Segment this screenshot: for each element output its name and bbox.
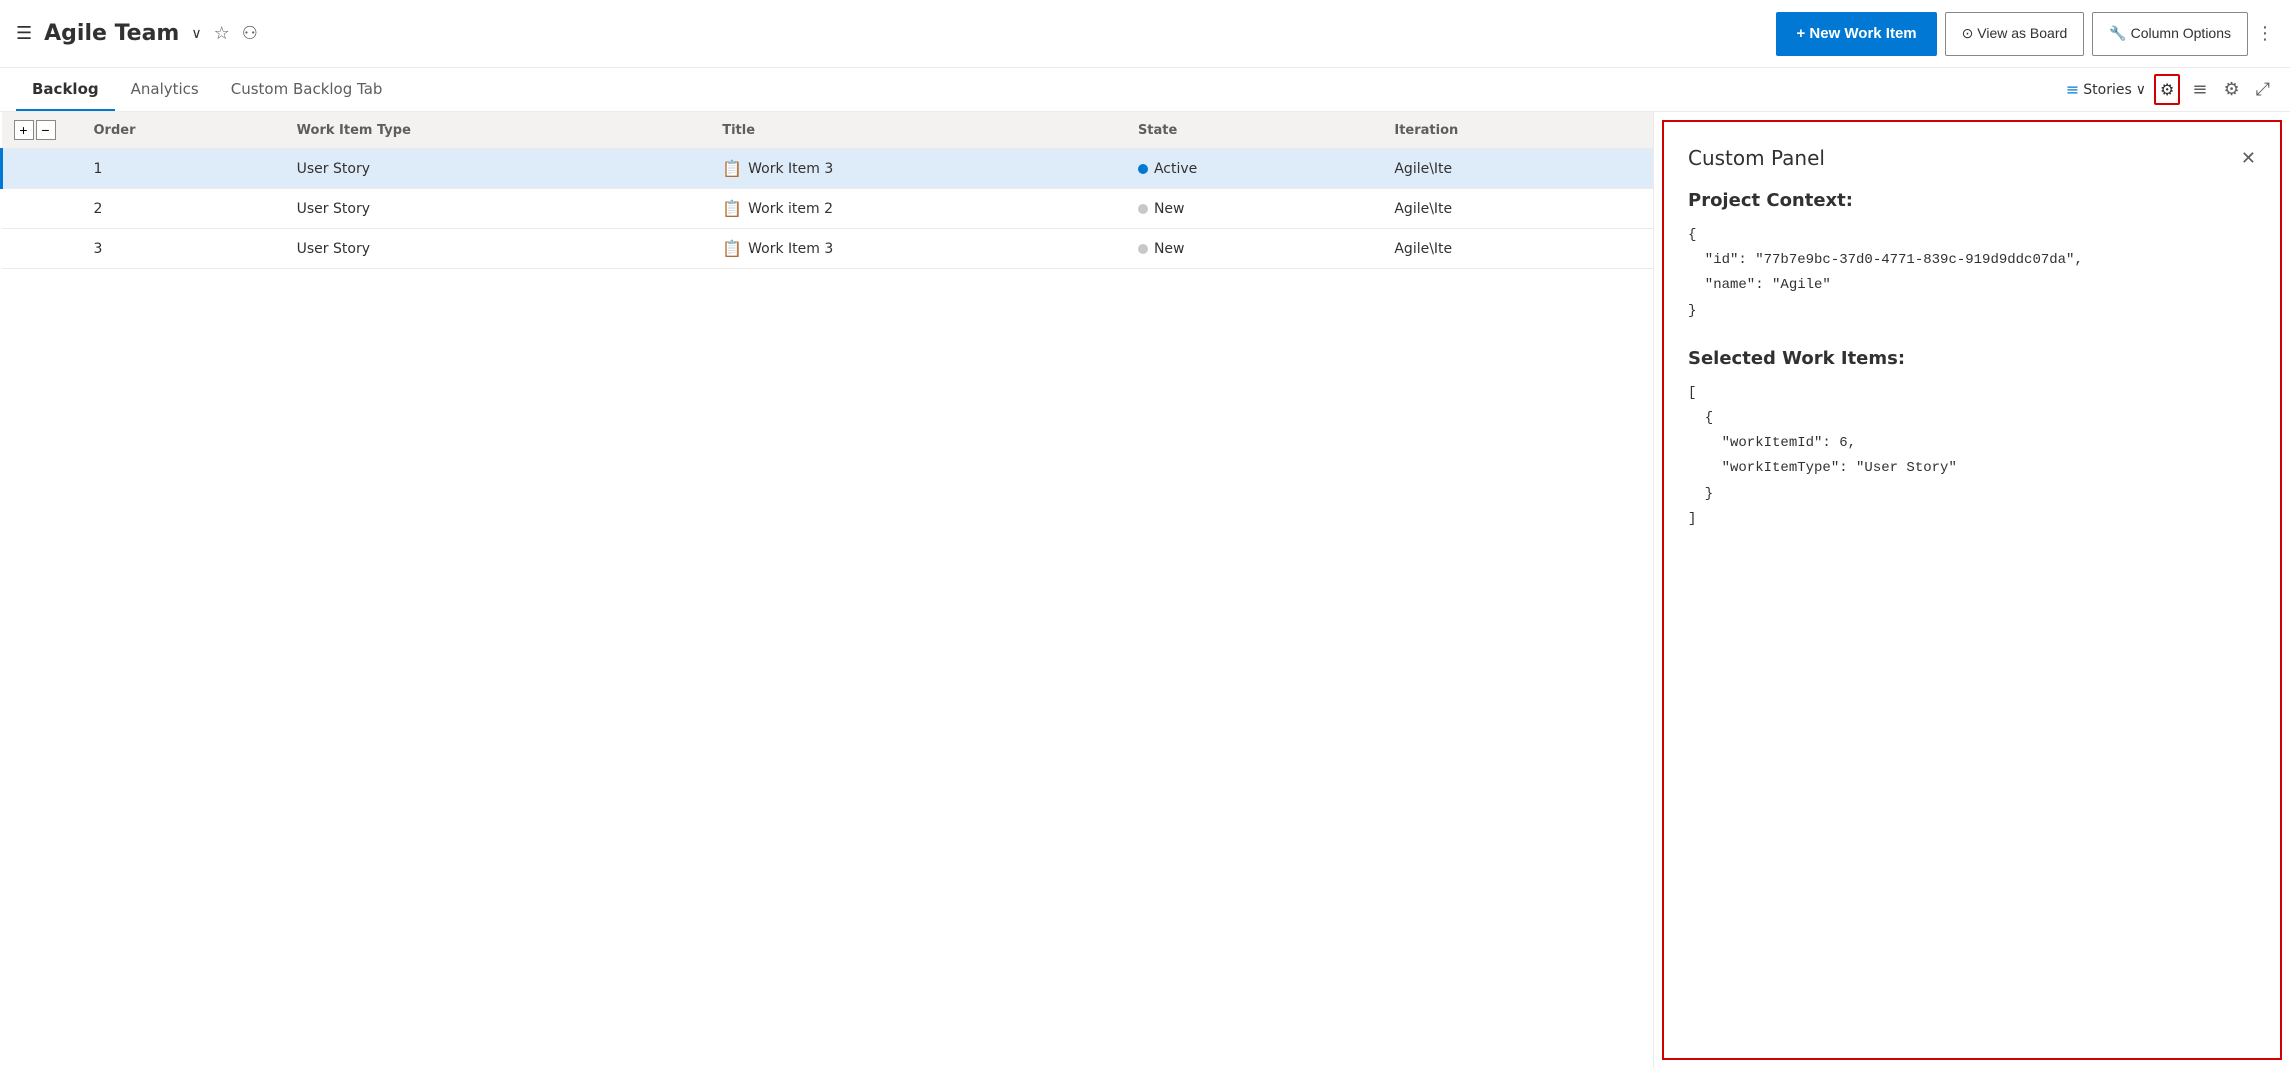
- table-row[interactable]: 2 User Story 📋 Work item 2 New: [2, 189, 1654, 229]
- work-item-icon: 📋: [722, 239, 742, 258]
- expand-icon[interactable]: ⤢: [2252, 75, 2274, 104]
- panel-header: Custom Panel ✕: [1688, 146, 2256, 170]
- close-icon[interactable]: ✕: [2241, 148, 2256, 169]
- col-add-remove: + −: [2, 112, 82, 149]
- hamburger-icon[interactable]: ☰: [16, 23, 32, 44]
- remove-row-button[interactable]: −: [36, 120, 56, 140]
- tabs-right: ≡ Stories ∨ ⚙ ≡ ⚙ ⤢: [2066, 74, 2274, 111]
- state-indicator: [1138, 204, 1148, 214]
- tabs-row: Backlog Analytics Custom Backlog Tab ≡ S…: [0, 68, 2290, 112]
- panel-title: Custom Panel: [1688, 146, 1825, 170]
- new-work-item-button[interactable]: + New Work Item: [1776, 12, 1936, 56]
- stories-label: Stories: [2083, 82, 2132, 98]
- row-state: New: [1126, 229, 1382, 269]
- row-order: 3: [82, 229, 285, 269]
- state-text: Active: [1154, 161, 1197, 177]
- row-order: 2: [82, 189, 285, 229]
- row-type: User Story: [285, 229, 711, 269]
- chevron-down-icon[interactable]: ∨: [191, 26, 201, 42]
- backlog-table: + − Order Work Item Type Title State Ite…: [0, 112, 1653, 269]
- header-left: ☰ Agile Team ∨ ☆ ⚇: [16, 21, 258, 46]
- column-options-button[interactable]: 🔧 Column Options: [2092, 12, 2248, 56]
- project-context-code: { "id": "77b7e9bc-37d0-4771-839c-919d9dd…: [1688, 223, 2256, 324]
- backlog-area: + − Order Work Item Type Title State Ite…: [0, 112, 1653, 1068]
- star-icon[interactable]: ☆: [214, 23, 230, 44]
- col-iteration: Iteration: [1382, 112, 1653, 149]
- row-title: 📋 Work Item 3: [710, 149, 1126, 189]
- people-icon[interactable]: ⚇: [242, 23, 258, 44]
- add-row-button[interactable]: +: [14, 120, 34, 140]
- row-checkbox-cell: [2, 229, 82, 269]
- stories-chevron-icon: ∨: [2136, 82, 2146, 98]
- filter-settings-icon[interactable]: ⚙: [2154, 74, 2180, 105]
- table-header-row: + − Order Work Item Type Title State Ite…: [2, 112, 1654, 149]
- title-text: Work Item 3: [748, 241, 833, 257]
- view-as-board-button[interactable]: ⊙ View as Board: [1945, 12, 2085, 56]
- stories-filter[interactable]: ≡ Stories ∨: [2066, 80, 2146, 99]
- row-checkbox-cell: [2, 189, 82, 229]
- tab-backlog[interactable]: Backlog: [16, 68, 115, 111]
- state-indicator: [1138, 244, 1148, 254]
- col-order: Order: [82, 112, 285, 149]
- table-row[interactable]: 1 User Story 📋 Work Item 3 Active: [2, 149, 1654, 189]
- row-type: User Story: [285, 189, 711, 229]
- col-state: State: [1126, 112, 1382, 149]
- row-title: 📋 Work Item 3: [710, 229, 1126, 269]
- row-state: New: [1126, 189, 1382, 229]
- work-item-icon: 📋: [722, 199, 742, 218]
- col-work-item-type: Work Item Type: [285, 112, 711, 149]
- settings-icon[interactable]: ⚙: [2219, 75, 2243, 104]
- tabs-left: Backlog Analytics Custom Backlog Tab: [16, 68, 398, 111]
- selected-work-items-title: Selected Work Items:: [1688, 348, 2256, 369]
- selected-work-items-code: [ { "workItemId": 6, "workItemType": "Us…: [1688, 381, 2256, 532]
- main-content: + − Order Work Item Type Title State Ite…: [0, 112, 2290, 1068]
- team-name: Agile Team: [44, 21, 179, 46]
- row-title: 📋 Work item 2: [710, 189, 1126, 229]
- row-state: Active: [1126, 149, 1382, 189]
- row-iteration: Agile\Ite: [1382, 149, 1653, 189]
- title-text: Work item 2: [748, 201, 833, 217]
- tab-analytics[interactable]: Analytics: [115, 68, 215, 111]
- state-text: New: [1154, 201, 1185, 217]
- app-header: ☰ Agile Team ∨ ☆ ⚇ + New Work Item ⊙ Vie…: [0, 0, 2290, 68]
- state-text: New: [1154, 241, 1185, 257]
- group-by-icon[interactable]: ≡: [2188, 75, 2211, 104]
- header-right: + New Work Item ⊙ View as Board 🔧 Column…: [1776, 12, 2274, 56]
- tab-custom-backlog[interactable]: Custom Backlog Tab: [215, 68, 399, 111]
- title-text: Work Item 3: [748, 161, 833, 177]
- work-item-icon: 📋: [722, 159, 742, 178]
- row-type: User Story: [285, 149, 711, 189]
- row-iteration: Agile\Ite: [1382, 189, 1653, 229]
- filter-lines-icon: ≡: [2066, 80, 2079, 99]
- custom-panel: Custom Panel ✕ Project Context: { "id": …: [1662, 120, 2282, 1060]
- more-options-icon[interactable]: ⋮: [2256, 23, 2274, 44]
- vertical-divider: [1653, 112, 1654, 1068]
- table-row[interactable]: 3 User Story 📋 Work Item 3 New: [2, 229, 1654, 269]
- project-context-title: Project Context:: [1688, 190, 2256, 211]
- row-checkbox-cell: [2, 149, 82, 189]
- state-indicator: [1138, 164, 1148, 174]
- row-iteration: Agile\Ite: [1382, 229, 1653, 269]
- col-title: Title: [710, 112, 1126, 149]
- row-order: 1: [82, 149, 285, 189]
